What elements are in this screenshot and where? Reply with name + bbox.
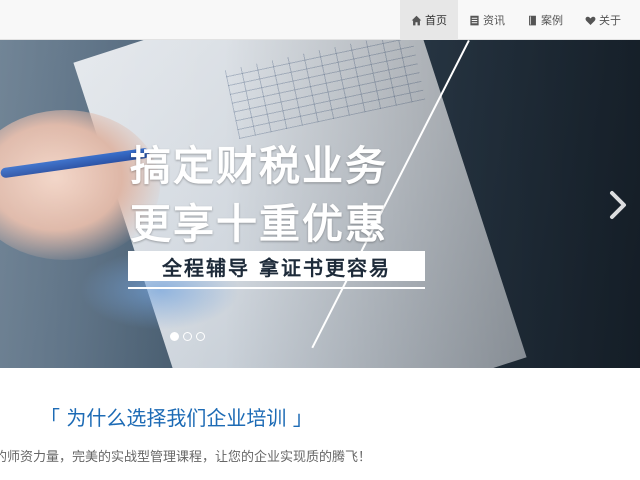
carousel-next-button[interactable] bbox=[608, 190, 628, 220]
nav-item-about[interactable]: 关于 bbox=[574, 0, 632, 40]
nav-menu: 首页 资讯 案例 关于 bbox=[400, 0, 632, 40]
nav-item-label: 首页 bbox=[425, 14, 447, 27]
carousel-indicators bbox=[170, 332, 205, 341]
banner-headline-line2: 更享十重优惠 bbox=[130, 200, 388, 248]
chevron-right-icon bbox=[610, 191, 626, 219]
banner-subline: 全程辅导 拿证书更容易 bbox=[162, 255, 391, 280]
nav-item-home[interactable]: 首页 bbox=[400, 0, 458, 40]
banner-subline-box: 全程辅导 拿证书更容易 bbox=[128, 251, 425, 281]
nav-item-cases[interactable]: 案例 bbox=[516, 0, 574, 40]
home-icon bbox=[411, 15, 422, 25]
book-icon bbox=[529, 15, 536, 25]
heart-icon bbox=[585, 16, 596, 25]
banner-underline bbox=[128, 287, 425, 289]
hero-carousel: 搞定财税业务 更享十重优惠 全程辅导 拿证书更容易 bbox=[0, 40, 640, 368]
news-icon bbox=[470, 15, 479, 25]
section-title: 「 为什么选择我们企业培训 」 bbox=[40, 406, 313, 430]
banner-headline-line1: 搞定财税业务 bbox=[130, 142, 388, 190]
top-navbar: 首页 资讯 案例 关于 bbox=[0, 0, 640, 40]
nav-item-label: 资讯 bbox=[483, 14, 505, 27]
nav-item-news[interactable]: 资讯 bbox=[458, 0, 516, 40]
nav-item-label: 关于 bbox=[599, 14, 621, 27]
nav-item-label: 案例 bbox=[541, 14, 563, 27]
carousel-dot-1[interactable] bbox=[170, 332, 179, 341]
carousel-dot-3[interactable] bbox=[196, 332, 205, 341]
section-description: 的师资力量，完美的实战型管理课程，让您的企业实现质的腾飞！ bbox=[0, 450, 372, 465]
carousel-dot-2[interactable] bbox=[183, 332, 192, 341]
